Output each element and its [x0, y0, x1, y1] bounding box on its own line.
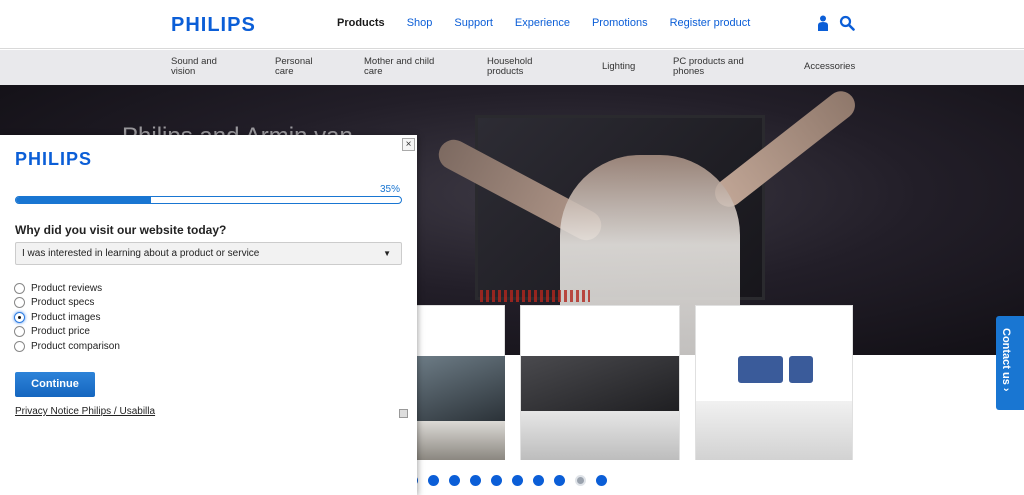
survey-option[interactable]: Product specs [14, 296, 120, 311]
subnav-item-personal-care[interactable]: Personal care [275, 57, 313, 77]
hero-lights [480, 290, 590, 302]
contact-us-tab[interactable]: Contact us › [996, 316, 1024, 410]
carousel-dot[interactable] [470, 475, 481, 486]
card-image [521, 356, 679, 411]
nav-item-support[interactable]: Support [454, 17, 493, 29]
carousel-dot[interactable] [554, 475, 565, 486]
card-image [789, 356, 813, 383]
feedback-icon[interactable] [399, 409, 408, 418]
survey-option[interactable]: Product price [14, 325, 120, 340]
nav-item-shop[interactable]: Shop [407, 17, 433, 29]
nav-item-experience[interactable]: Experience [515, 17, 570, 29]
survey-logo: PHILIPS [15, 149, 93, 169]
radio-button[interactable] [14, 340, 25, 352]
radio-button[interactable] [14, 326, 25, 338]
survey-option-label: Product specs [31, 297, 95, 309]
card-image [416, 421, 505, 460]
nav-item-promotions[interactable]: Promotions [592, 17, 648, 29]
carousel-dot[interactable] [491, 475, 502, 486]
survey-option-label: Product images [31, 311, 101, 323]
card-image [738, 356, 783, 383]
progress-bar-fill [16, 197, 151, 203]
continue-button[interactable]: Continue [15, 372, 95, 397]
top-header: PHILIPS Products Shop Support Experience Pro… [0, 0, 1024, 49]
carousel-dot[interactable] [596, 475, 607, 486]
subnav-item-pc-products-and-phones[interactable]: PC products and phones [673, 57, 744, 77]
survey-option-label: Product reviews [31, 282, 103, 294]
carousel-dot[interactable] [512, 475, 523, 486]
survey-option[interactable]: Product comparison [14, 339, 120, 354]
close-icon[interactable]: × [402, 138, 415, 151]
search-icon[interactable] [839, 15, 855, 31]
survey-option[interactable]: Product reviews [14, 281, 120, 296]
survey-option-label: Product price [31, 326, 90, 338]
survey-options: Product reviews Product specs Product imag… [14, 281, 120, 354]
carousel-dot[interactable] [428, 475, 439, 486]
main-nav: Products Shop Support Experience Promotions R… [337, 17, 772, 29]
survey-option-label: Product comparison [31, 340, 120, 352]
radio-button[interactable] [14, 297, 25, 309]
category-nav: Sound and vision Personal care Mother and … [0, 50, 1024, 85]
select-value: I was interested in learning about a pro… [22, 248, 260, 259]
progress-percent: 35% [380, 184, 401, 195]
card-image [696, 401, 852, 460]
progress-bar [15, 196, 402, 204]
survey-question: Why did you visit our website today? [15, 223, 227, 237]
subnav-item-mother-and-child-care[interactable]: Mother and child care [364, 57, 434, 77]
user-icon[interactable] [817, 15, 829, 31]
survey-option[interactable]: Product images [14, 310, 120, 325]
carousel-dot[interactable] [575, 475, 586, 486]
contact-us-label: Contact us › [1000, 328, 1012, 392]
nav-item-register-product[interactable]: Register product [670, 17, 751, 29]
card-image [416, 356, 505, 421]
subnav-item-accessories[interactable]: Accessories [804, 62, 855, 72]
nav-item-products[interactable]: Products [337, 17, 385, 29]
radio-button[interactable] [14, 311, 25, 323]
product-card-3[interactable] [695, 305, 853, 460]
visit-reason-select[interactable]: I was interested in learning about a pro… [15, 242, 402, 265]
carousel-dot[interactable] [533, 475, 544, 486]
card-image [521, 411, 679, 460]
radio-button[interactable] [14, 282, 25, 294]
chevron-down-icon: ▼ [383, 249, 391, 258]
carousel-dots [407, 475, 607, 486]
subnav-item-lighting[interactable]: Lighting [602, 62, 635, 72]
carousel-dot[interactable] [449, 475, 460, 486]
product-card-2[interactable] [520, 305, 680, 460]
philips-logo[interactable]: PHILIPS [171, 14, 256, 37]
survey-popup: × PHILIPS 35% Why did you visit our webs… [0, 135, 417, 495]
subnav-item-household-products[interactable]: Household products [487, 57, 532, 77]
subnav-item-sound-and-vision[interactable]: Sound and vision [171, 57, 217, 77]
privacy-notice-link[interactable]: Privacy Notice Philips / Usabilla [15, 406, 155, 417]
